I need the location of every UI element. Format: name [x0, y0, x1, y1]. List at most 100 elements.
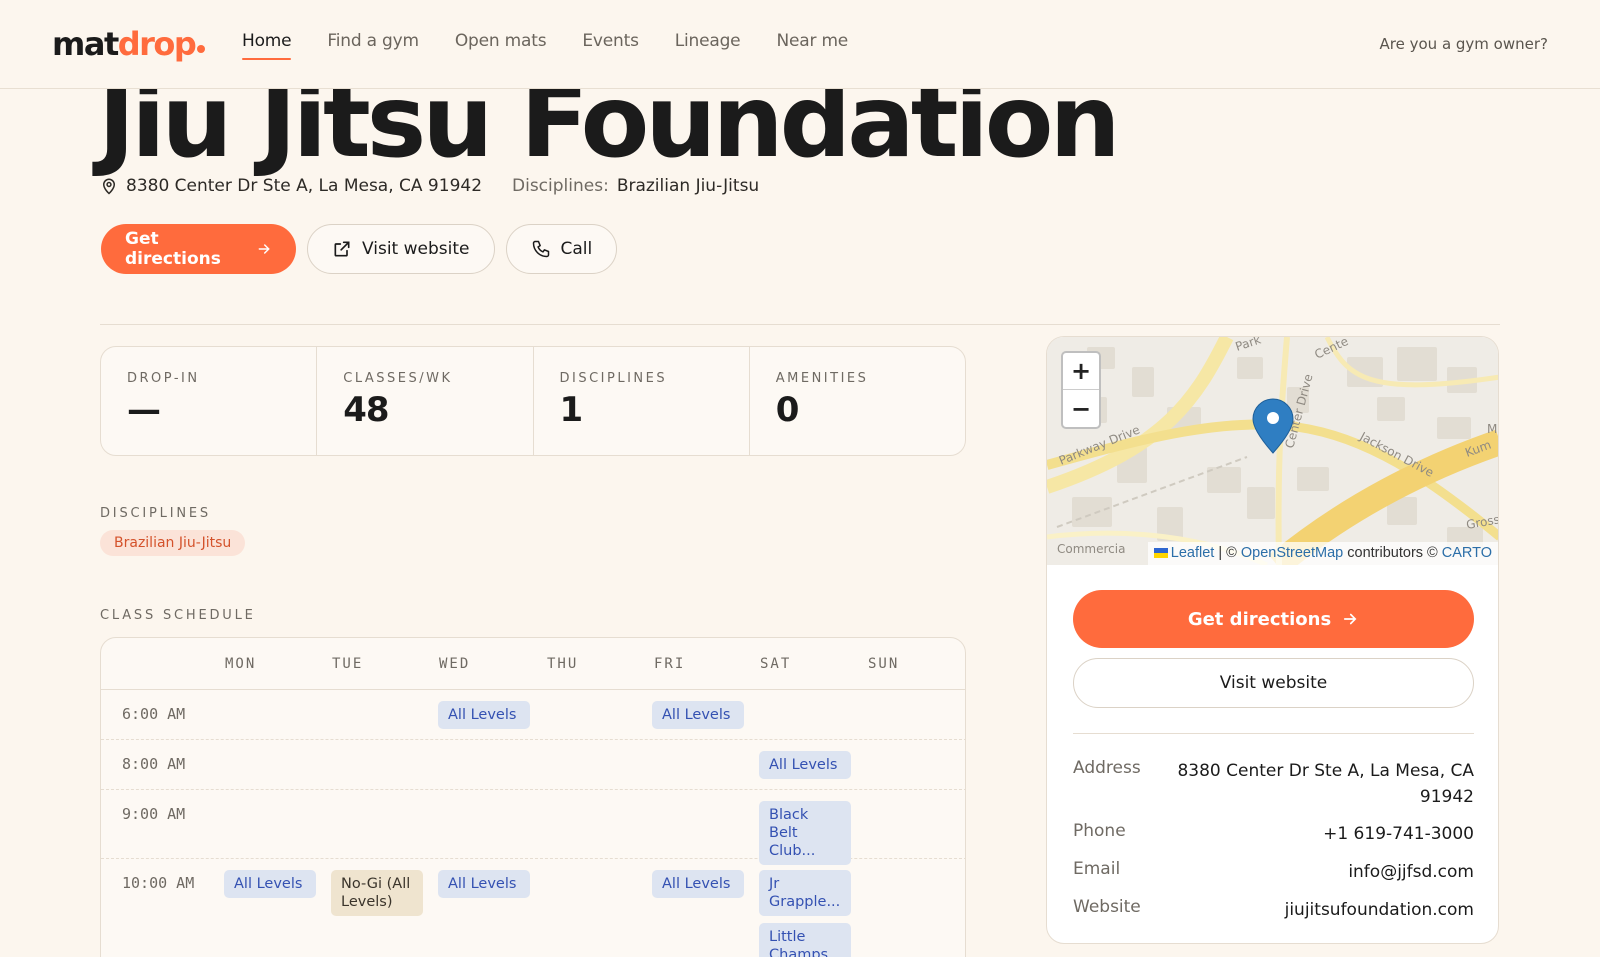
- schedule-time: 9:00 AM: [122, 805, 186, 823]
- stat-label: DROP-IN: [127, 371, 200, 386]
- schedule-time: 6:00 AM: [122, 705, 186, 723]
- hero-actions: Get directions Visit website Call: [101, 224, 618, 274]
- logo-text-drop: drop: [117, 25, 197, 63]
- stat-value: 0: [775, 390, 800, 430]
- sidebar-visit-website-button[interactable]: Visit website: [1073, 658, 1474, 708]
- day-header: TUE: [332, 656, 364, 672]
- info-label: Phone: [1073, 821, 1126, 841]
- schedule-row: 9:00 AM Black Belt Club...: [101, 790, 965, 865]
- schedule-row: 6:00 AM All Levels All Levels: [101, 690, 965, 740]
- disciplines-label: Disciplines:: [512, 176, 609, 196]
- schedule-row: 10:00 AM All Levels No-Gi (All Levels) A…: [101, 859, 965, 957]
- class-chip[interactable]: All Levels: [438, 701, 530, 729]
- nav-home[interactable]: Home: [242, 30, 292, 60]
- gym-meta-row: 8380 Center Dr Ste A, La Mesa, CA 91942 …: [100, 174, 759, 198]
- day-header: FRI: [654, 656, 686, 672]
- class-chip-nogi[interactable]: No-Gi (All Levels): [331, 870, 423, 916]
- gym-owner-link[interactable]: Are you a gym owner?: [1380, 35, 1548, 53]
- discipline-tag[interactable]: Brazilian Jiu-Jitsu: [100, 530, 246, 556]
- phone-icon: [532, 240, 549, 258]
- carto-link[interactable]: CARTO: [1442, 545, 1492, 561]
- nav-events[interactable]: Events: [582, 30, 639, 60]
- disciplines-value: Brazilian Jiu-Jitsu: [616, 176, 760, 196]
- info-phone-value[interactable]: +1 619-741-3000: [1323, 821, 1474, 847]
- call-button[interactable]: Call: [505, 224, 618, 274]
- map-street-label: M: [1487, 422, 1497, 436]
- class-chip[interactable]: All Levels: [652, 701, 744, 729]
- class-schedule-label: CLASS SCHEDULE: [100, 608, 256, 623]
- nav-find-a-gym[interactable]: Find a gym: [327, 30, 419, 60]
- logo-text-mat: mat: [52, 25, 119, 63]
- class-chip[interactable]: Black Belt Club...: [759, 801, 851, 865]
- stat-disciplines: DISCIPLINES 1: [534, 347, 750, 455]
- visit-website-button[interactable]: Visit website: [307, 224, 495, 274]
- class-chip[interactable]: All Levels: [438, 870, 530, 898]
- stat-value: 1: [559, 390, 584, 430]
- attribution-text: | ©: [1214, 545, 1241, 561]
- main-nav: Home Find a gym Open mats Events Lineage…: [242, 30, 884, 60]
- stats-panel: DROP-IN — CLASSES/WK 48 DISCIPLINES 1 AM…: [100, 346, 966, 456]
- class-chip[interactable]: All Levels: [759, 751, 851, 779]
- matdrop-logo[interactable]: matdrop: [52, 24, 206, 64]
- day-header: SAT: [760, 656, 792, 672]
- disciplines-section-label: DISCIPLINES: [100, 506, 211, 521]
- site-header: matdrop Home Find a gym Open mats Events…: [0, 0, 1600, 89]
- nav-near-me[interactable]: Near me: [776, 30, 848, 60]
- stat-label: CLASSES/WK: [343, 371, 453, 386]
- openstreetmap-link[interactable]: OpenStreetMap: [1241, 545, 1343, 561]
- visit-website-label: Visit website: [362, 239, 470, 259]
- location-pin-icon: [102, 178, 116, 195]
- map-street-label: Commercia: [1057, 542, 1125, 556]
- class-schedule-table: MON TUE WED THU FRI SAT SUN 6:00 AM All …: [100, 637, 966, 957]
- class-chip[interactable]: Little Champs...: [759, 923, 851, 957]
- get-directions-label: Get directions: [1187, 608, 1332, 630]
- day-header: SUN: [868, 656, 900, 672]
- stat-label: DISCIPLINES: [559, 371, 668, 386]
- day-header: THU: [547, 656, 579, 672]
- nav-lineage[interactable]: Lineage: [675, 30, 741, 60]
- info-label: Website: [1073, 897, 1141, 917]
- map-attribution: Leaflet | © OpenStreetMap contributors ©…: [1147, 542, 1498, 565]
- info-email-value[interactable]: info@jjfsd.com: [1348, 859, 1474, 885]
- arrow-right-icon: [1344, 613, 1357, 625]
- stat-drop-in: DROP-IN —: [101, 347, 318, 455]
- info-address-value: 8380 Center Dr Ste A, La Mesa, CA 91942: [1177, 761, 1474, 807]
- class-chip[interactable]: All Levels: [652, 870, 744, 898]
- logo-dot-icon: [197, 45, 206, 53]
- sidebar-get-directions-button[interactable]: Get directions: [1073, 590, 1474, 648]
- card-divider: [1073, 733, 1474, 734]
- day-header: MON: [225, 656, 257, 672]
- stat-value: 48: [343, 390, 389, 430]
- schedule-time: 8:00 AM: [122, 755, 186, 773]
- zoom-in-button[interactable]: +: [1063, 353, 1099, 390]
- external-link-icon: [334, 241, 350, 257]
- get-directions-label: Get directions: [125, 229, 221, 269]
- schedule-header-row: MON TUE WED THU FRI SAT SUN: [101, 638, 965, 690]
- gym-address: 8380 Center Dr Ste A, La Mesa, CA 91942: [126, 176, 483, 196]
- schedule-time: 10:00 AM: [122, 874, 195, 892]
- stat-amenities: AMENITIES 0: [750, 347, 965, 455]
- class-chip[interactable]: Jr Grapple...: [759, 870, 851, 916]
- leaflet-link[interactable]: Leaflet: [1171, 545, 1215, 561]
- zoom-out-button[interactable]: −: [1063, 390, 1099, 427]
- day-header: WED: [439, 656, 471, 672]
- stat-value: —: [127, 390, 161, 430]
- class-chip[interactable]: All Levels: [224, 870, 316, 898]
- gym-info-card: Park Cente Center Drive Parkway Drive Ja…: [1046, 336, 1499, 944]
- call-label: Call: [560, 239, 593, 259]
- section-divider: [100, 324, 1500, 325]
- ukraine-flag-icon: [1153, 548, 1168, 558]
- map-zoom-control: + −: [1061, 351, 1101, 429]
- location-map[interactable]: Park Cente Center Drive Parkway Drive Ja…: [1047, 337, 1498, 565]
- attribution-text: contributors ©: [1343, 545, 1442, 561]
- stat-classes-per-week: CLASSES/WK 48: [317, 347, 534, 455]
- info-address-row: Address 8380 Center Dr Ste A, La Mesa, C…: [1073, 758, 1474, 810]
- info-label: Email: [1073, 859, 1121, 879]
- stat-label: AMENITIES: [775, 371, 869, 386]
- schedule-row: 8:00 AM All Levels: [101, 740, 965, 790]
- nav-open-mats[interactable]: Open mats: [455, 30, 547, 60]
- get-directions-button[interactable]: Get directions: [101, 224, 296, 274]
- map-tiles: Park Cente Center Drive Parkway Drive Ja…: [1047, 337, 1498, 565]
- info-label: Address: [1073, 758, 1141, 778]
- info-website-value[interactable]: jiujitsufoundation.com: [1285, 897, 1474, 923]
